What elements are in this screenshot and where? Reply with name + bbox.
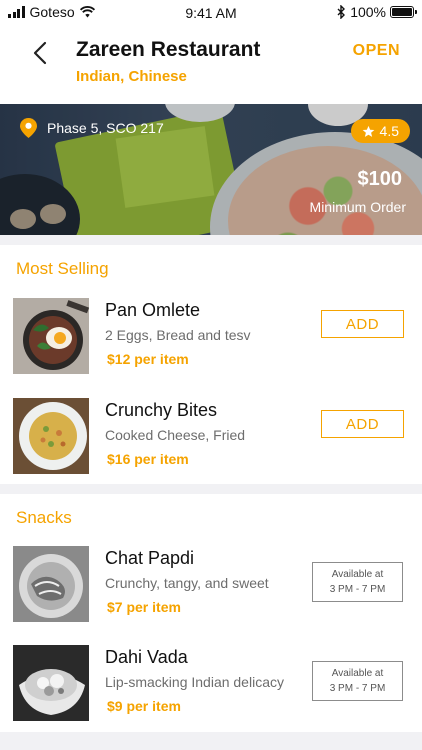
battery-percent: 100% [350, 4, 386, 20]
battery-icon [390, 6, 417, 18]
food-image [13, 546, 89, 622]
minimum-order-amount: $100 [357, 168, 403, 190]
chevron-left-icon [33, 41, 47, 65]
item-name: Chat Papdi [105, 548, 195, 568]
restaurant-header: Zareen Restaurant Indian, Chinese OPEN [0, 26, 422, 104]
item-price: $12 per item [107, 351, 189, 367]
rating-value: 4.5 [379, 123, 399, 139]
availability-label: Available at [331, 569, 384, 580]
minimum-order-label: Minimum Order [309, 199, 406, 215]
menu-item: Dahi Vada Lip-smacking Indian delicacy $… [0, 645, 422, 735]
availability-badge: Available at 3 PM - 7 PM [312, 562, 403, 602]
food-image [13, 645, 89, 721]
add-button[interactable]: ADD [321, 410, 404, 438]
location-pin-icon [20, 118, 37, 138]
location[interactable]: Phase 5, SCO 217 [20, 118, 164, 138]
item-price: $7 per item [107, 599, 181, 615]
item-name: Crunchy Bites [105, 400, 218, 420]
food-image [13, 298, 89, 374]
add-button[interactable]: ADD [321, 310, 404, 338]
section-divider [0, 235, 422, 245]
status-bar: Goteso 9:41 AM 100% [0, 0, 422, 26]
menu-item: Pan Omlete 2 Eggs, Bread and tesv $12 pe… [0, 298, 422, 388]
food-image [13, 398, 89, 474]
availability-badge: Available at 3 PM - 7 PM [312, 661, 403, 701]
item-description: Cooked Cheese, Fried [105, 427, 246, 443]
restaurant-banner: Phase 5, SCO 217 4.5 $100 Minimum Order [0, 104, 422, 235]
item-description: Crunchy, tangy, and sweet [105, 575, 269, 591]
item-name: Pan Omlete [105, 300, 201, 320]
availability-label: Available at [331, 668, 384, 679]
bluetooth-icon [337, 5, 346, 19]
item-price: $9 per item [107, 698, 181, 714]
item-price: $16 per item [107, 451, 189, 467]
rating-badge: 4.5 [350, 119, 410, 143]
cuisine-label: Indian, Chinese [76, 68, 187, 85]
item-description: 2 Eggs, Bread and tesv [105, 327, 251, 343]
menu-item: Crunchy Bites Cooked Cheese, Fried $16 p… [0, 398, 422, 488]
availability-time: 3 PM - 7 PM [329, 584, 386, 595]
section-divider [0, 484, 422, 494]
open-status: OPEN [352, 42, 400, 59]
location-label: Phase 5, SCO 217 [47, 120, 164, 136]
star-icon [362, 125, 374, 137]
back-button[interactable] [28, 40, 52, 66]
availability-time: 3 PM - 7 PM [329, 683, 386, 694]
restaurant-name: Zareen Restaurant [76, 38, 261, 61]
menu-item: Chat Papdi Crunchy, tangy, and sweet $7 … [0, 546, 422, 636]
item-description: Lip-smacking Indian delicacy [105, 674, 284, 690]
section-title-snacks: Snacks [16, 508, 72, 527]
section-divider [0, 732, 422, 750]
item-name: Dahi Vada [105, 647, 188, 667]
section-title-most-selling: Most Selling [16, 259, 109, 278]
